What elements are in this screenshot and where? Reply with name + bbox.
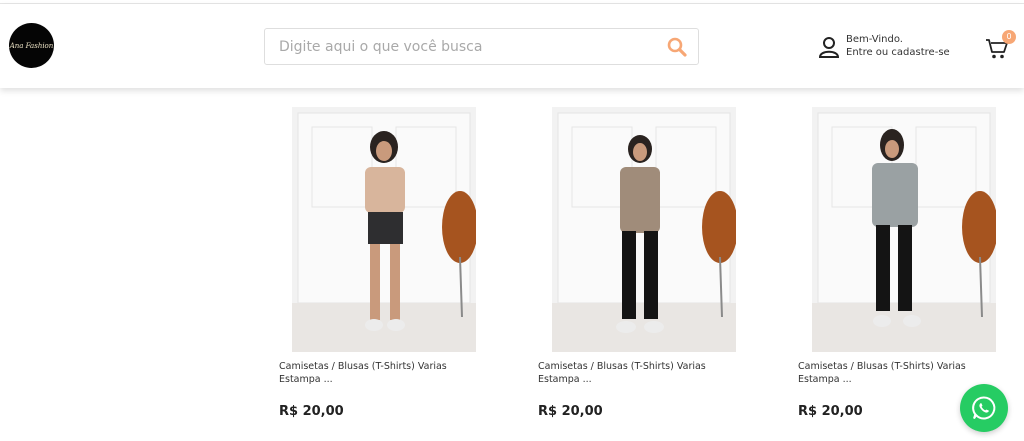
product-name[interactable]: Camisetas / Blusas (T-Shirts) Varias Est… [538,360,728,386]
whatsapp-icon [972,396,996,420]
account-link[interactable]: Bem-Vindo. Entre ou cadastre-se [818,34,968,70]
user-icon [818,37,840,58]
logo-text: Ana Fashion [9,41,54,50]
product-name[interactable]: Camisetas / Blusas (T-Shirts) Varias Est… [279,360,469,386]
product-price: R$ 20,00 [279,404,344,419]
store-logo[interactable]: Ana Fashion [9,23,54,68]
product-price: R$ 20,00 [798,404,863,419]
whatsapp-button[interactable] [960,384,1008,432]
product-price: R$ 20,00 [538,404,603,419]
search-input[interactable] [265,29,655,64]
product-image[interactable] [552,107,736,352]
cart-button[interactable]: 0 [985,30,1017,64]
cart-count-badge: 0 [1002,30,1016,44]
product-image[interactable] [292,107,476,352]
product-name[interactable]: Camisetas / Blusas (T-Shirts) Varias Est… [798,360,988,386]
product-image[interactable] [812,107,996,352]
login-signup-link[interactable]: Entre ou cadastre-se [846,47,950,58]
search-icon [667,37,687,57]
site-header: Ana Fashion Bem-Vindo. Entre ou cadastre… [0,4,1024,88]
welcome-text: Bem-Vindo. [846,34,903,45]
search-bar [264,28,699,65]
search-button[interactable] [666,36,688,58]
